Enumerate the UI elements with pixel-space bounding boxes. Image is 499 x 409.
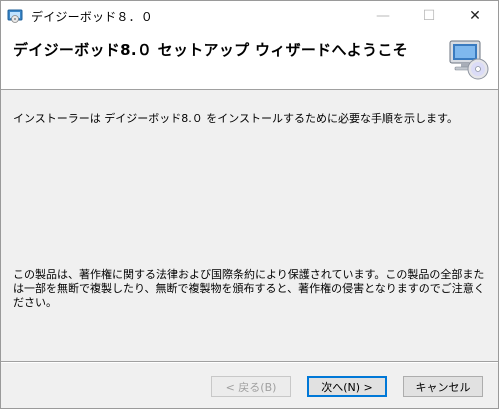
window-controls: — ☐ ✕ [360,1,498,31]
next-button[interactable]: 次へ(N) > [307,376,387,397]
cancel-button[interactable]: キャンセル [403,376,483,397]
close-icon: ✕ [469,8,481,24]
window-title: デイジーボッド８．０ [31,9,154,24]
intro-text: インストーラーは デイジーボッド8.０ をインストールするために必要な手順を示し… [13,112,458,125]
back-button[interactable]: < 戻る(B) [211,376,291,397]
title-bar[interactable]: デイジーボッド８．０ — ☐ ✕ [1,1,498,31]
wizard-header: デイジーボッド8.０ セットアップ ウィザードへようこそ [1,31,498,90]
installer-app-icon[interactable] [7,8,23,24]
footer-divider [1,361,498,363]
close-button[interactable]: ✕ [452,1,498,31]
minimize-icon: — [376,8,390,24]
computer-cd-icon [449,40,489,80]
installer-window: デイジーボッド８．０ — ☐ ✕ デイジーボッド8.０ セットアップ ウィザード… [0,0,499,409]
maximize-button[interactable]: ☐ [406,1,452,31]
wizard-content: インストーラーは デイジーボッド8.０ をインストールするために必要な手順を示し… [1,90,498,360]
copyright-notice: この製品は、著作権に関する法律および国際条約により保護されています。この製品の全… [13,268,485,309]
maximize-icon: ☐ [422,8,436,24]
page-title: デイジーボッド8.０ セットアップ ウィザードへようこそ [13,41,408,59]
minimize-button[interactable]: — [360,1,406,31]
